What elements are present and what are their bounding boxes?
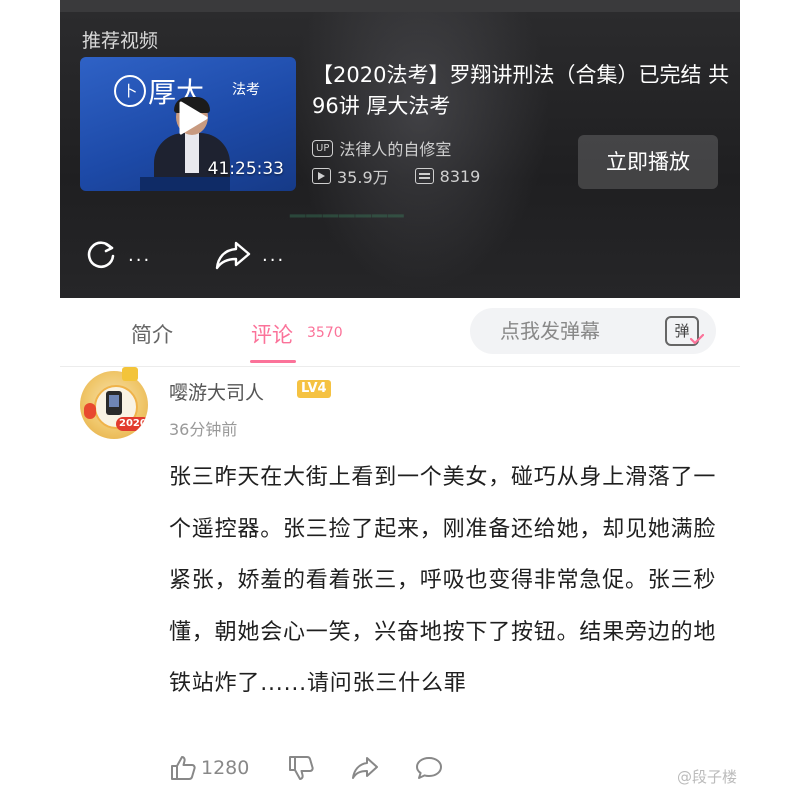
reply-icon[interactable] bbox=[415, 754, 443, 782]
comment-actions: 1280 bbox=[169, 754, 443, 782]
view-count: 35.9万 bbox=[337, 168, 389, 187]
comment-time: 36分钟前 bbox=[169, 420, 238, 439]
comment-text: 张三昨天在大街上看到一个美女，碰巧从身上滑落了一个遥控器。张三捡了起来，刚准备还… bbox=[169, 465, 717, 696]
video-stats: 35.9万 8319 bbox=[312, 164, 480, 188]
level-badge: LV4 bbox=[297, 380, 331, 398]
like-count: 1280 bbox=[201, 757, 250, 779]
play-icon[interactable] bbox=[178, 101, 208, 135]
video-duration: 41:25:33 bbox=[207, 159, 284, 179]
recommended-videos-label: 推荐视频 bbox=[82, 30, 159, 52]
tab-comments[interactable]: 评论 bbox=[251, 319, 293, 349]
watermark: @段子楼 bbox=[677, 768, 738, 786]
share-comment-icon[interactable] bbox=[351, 754, 379, 782]
lecture-desk bbox=[140, 177, 230, 191]
avatar-year-badge: 2020 bbox=[116, 417, 148, 431]
share-control[interactable]: ... bbox=[214, 238, 285, 272]
avatar[interactable]: 2020 bbox=[80, 371, 148, 439]
views-icon bbox=[312, 168, 331, 184]
danmaku-check-icon bbox=[690, 334, 704, 344]
play-now-button[interactable]: 立即播放 bbox=[578, 135, 718, 189]
thumbnail-logo-sub: 法考 bbox=[232, 82, 260, 98]
tab-bar: 简介 评论 3570 点我发弹幕 弹 bbox=[0, 298, 800, 366]
danmaku-input[interactable]: 点我发弹幕 bbox=[470, 308, 650, 354]
like-icon[interactable] bbox=[169, 754, 197, 782]
replay-control[interactable]: ... bbox=[84, 238, 151, 272]
video-title[interactable]: 【2020法考】罗翔讲刑法（合集）已完结 共96讲 厚大法考 bbox=[312, 60, 732, 122]
up-badge: UP bbox=[312, 139, 334, 157]
active-tab-indicator bbox=[250, 360, 296, 363]
comments-count: 3570 bbox=[307, 325, 343, 341]
replay-icon[interactable] bbox=[84, 238, 118, 272]
brand-logo-icon: 卜 bbox=[114, 75, 146, 107]
danmaku-count-icon bbox=[414, 168, 434, 184]
lantern-icon bbox=[84, 403, 96, 419]
video-thumbnail[interactable]: 卜 厚大 法考 41:25:33 bbox=[80, 57, 296, 191]
video-top-strip bbox=[60, 0, 740, 12]
uploader-name[interactable]: 法律人的自修室 bbox=[339, 136, 451, 160]
danmaku-count: 8319 bbox=[439, 166, 481, 186]
avatar-pendant-icon bbox=[122, 367, 138, 381]
replay-more[interactable]: ... bbox=[128, 245, 151, 266]
video-background-caption: ▔▔▔▔▔▔▔ bbox=[290, 214, 405, 238]
share-icon[interactable] bbox=[214, 238, 252, 272]
uploader-row[interactable]: UP 法律人的自修室 bbox=[312, 136, 451, 160]
danmaku-toggle-button[interactable]: 弹 bbox=[650, 308, 716, 354]
tab-intro[interactable]: 简介 bbox=[131, 319, 173, 349]
divider bbox=[60, 366, 740, 367]
share-more[interactable]: ... bbox=[262, 245, 285, 266]
dislike-icon[interactable] bbox=[287, 754, 315, 782]
comment-username[interactable]: 嘤游大司人 bbox=[169, 378, 264, 405]
avatar-phone-icon bbox=[106, 391, 122, 415]
